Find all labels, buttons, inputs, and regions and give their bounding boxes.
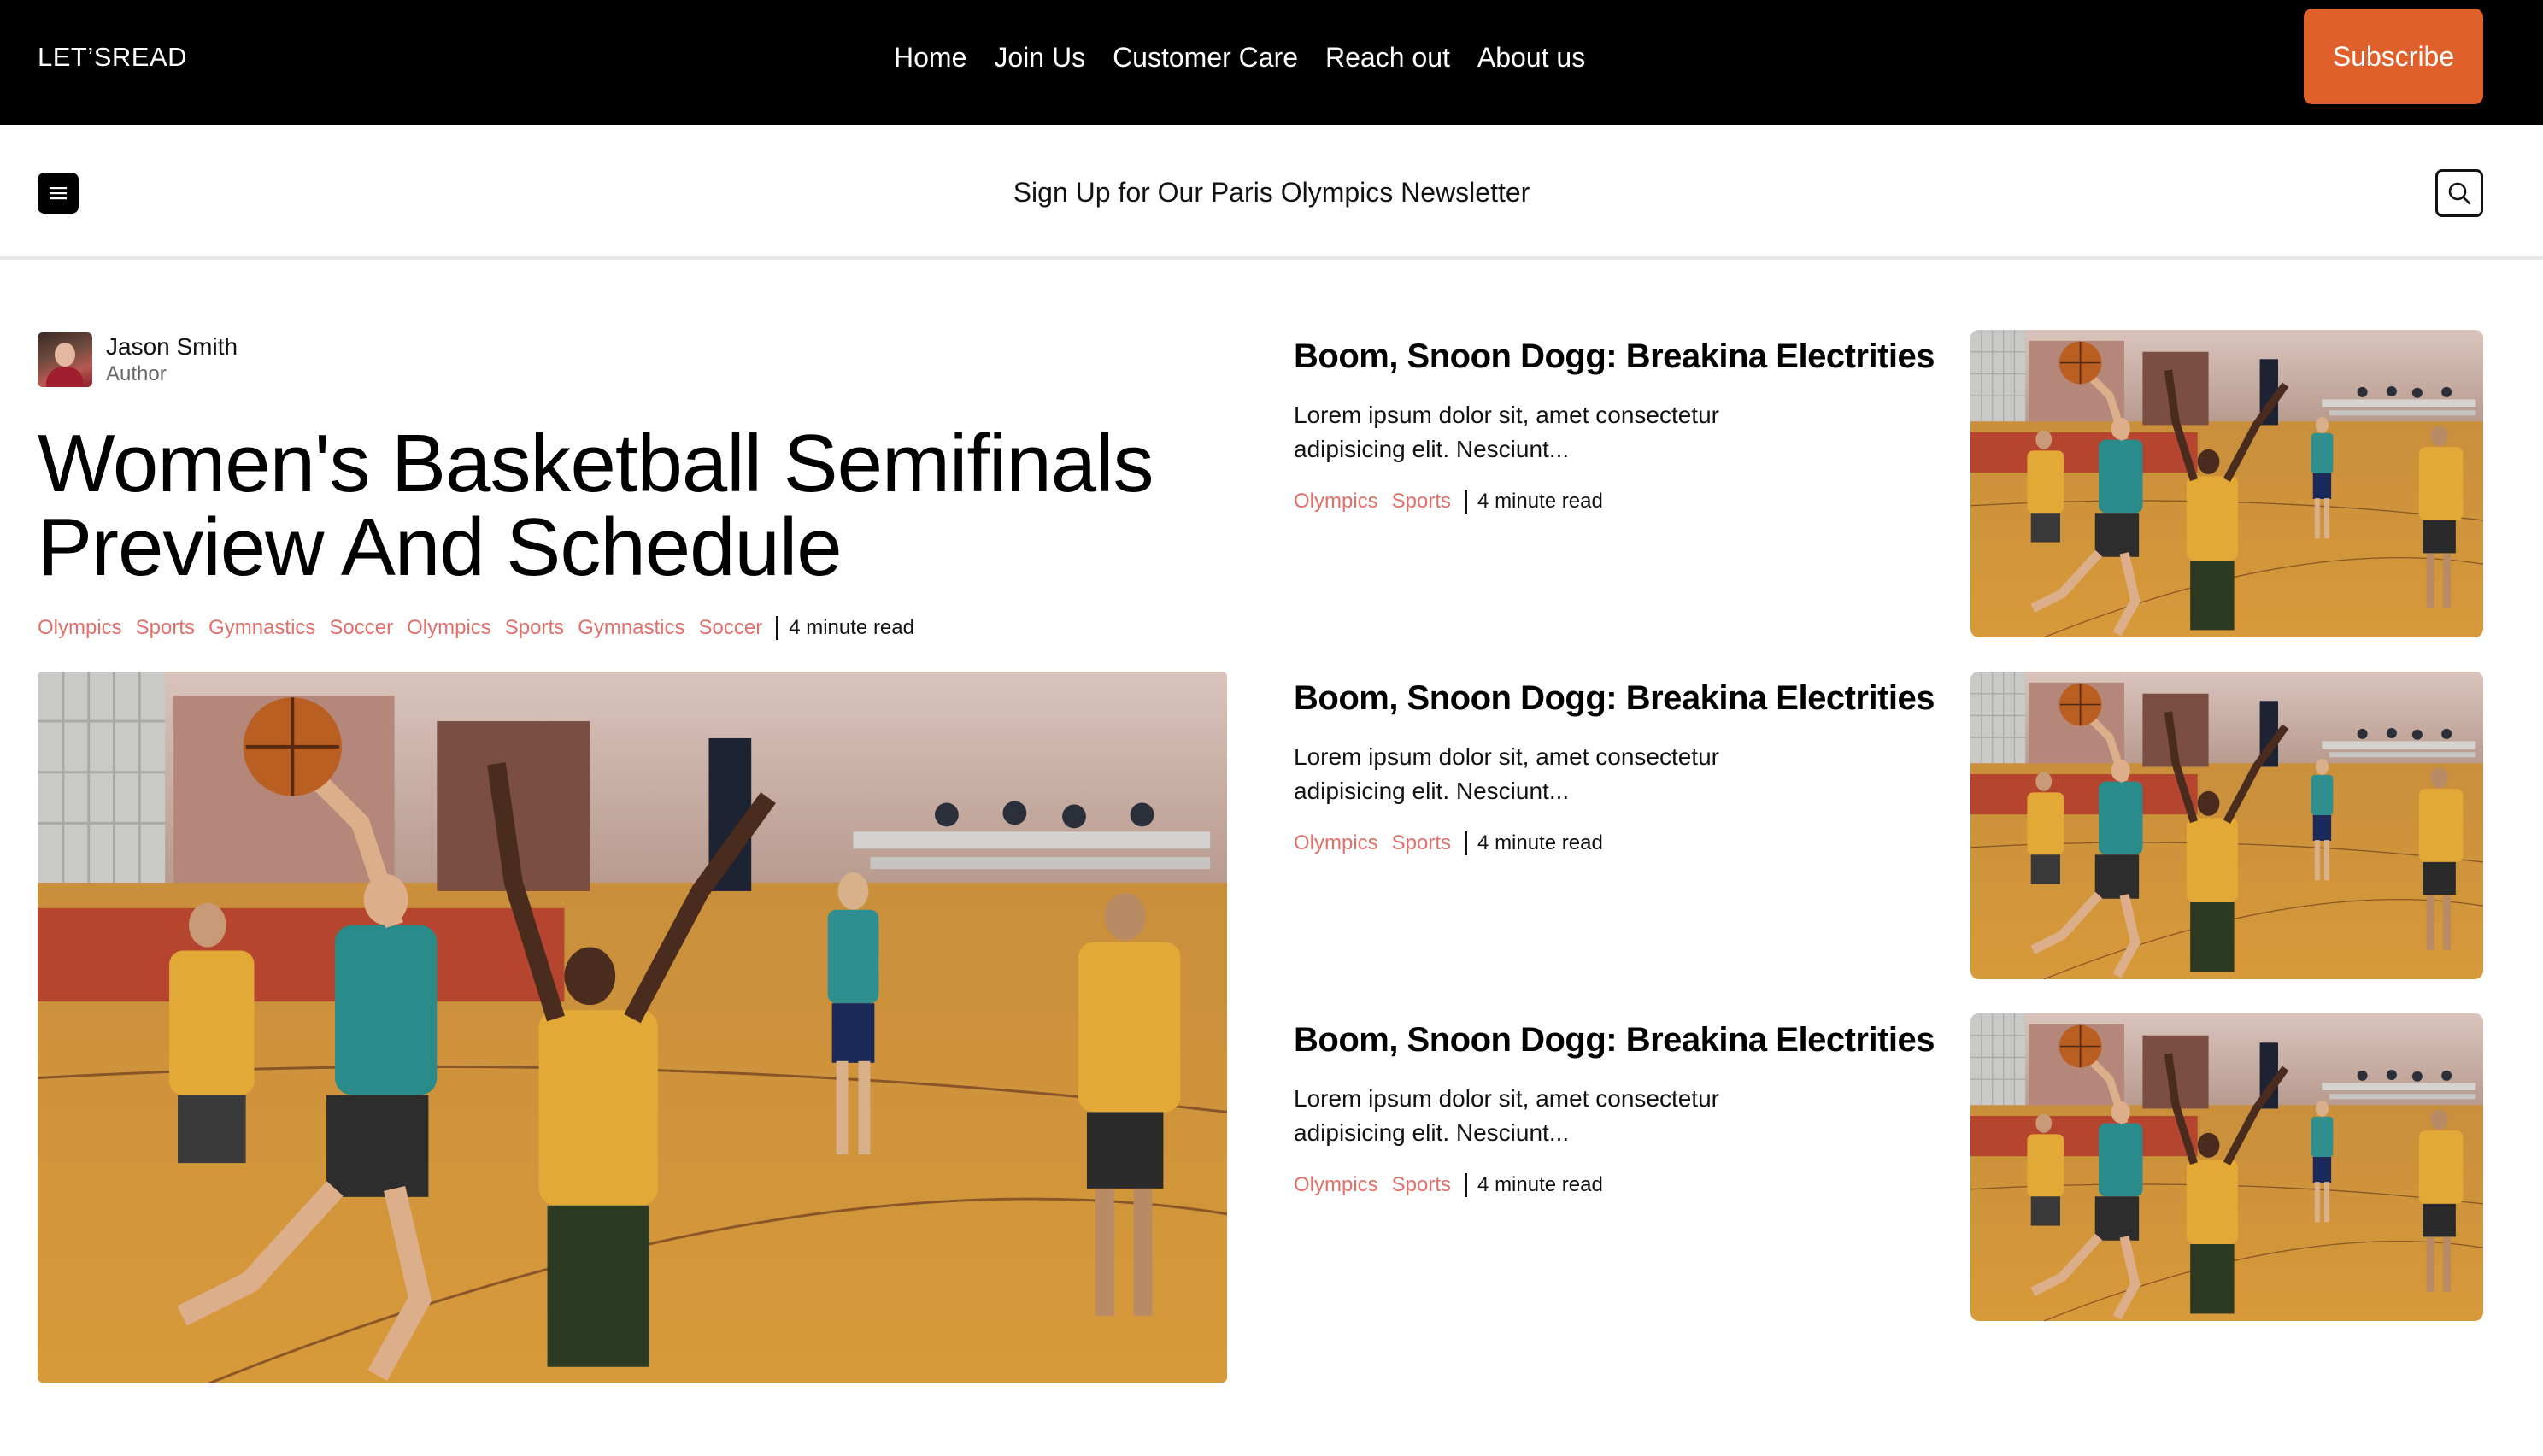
author-block: Jason Smith Author — [38, 332, 1227, 388]
basketball-game-photo — [1970, 1013, 2483, 1321]
nav-link-about-us[interactable]: About us — [1477, 39, 1585, 75]
nav-item-join-us: Join Us — [994, 39, 1085, 75]
read-time: 4 minute read — [1477, 831, 1603, 854]
tag-link[interactable]: Olympics — [1294, 1173, 1378, 1197]
tag-link[interactable]: Soccer — [699, 616, 763, 640]
tag-link[interactable]: Sports — [1392, 1173, 1451, 1197]
avatar-face — [55, 343, 75, 367]
basketball-game-photo — [1970, 330, 2483, 637]
tag-link[interactable]: Soccer — [329, 616, 393, 640]
featured-article: Jason Smith Author Women's Basketball Se… — [38, 332, 1227, 641]
nav-item-customer-care: Customer Care — [1113, 39, 1298, 75]
author-role: Author — [106, 362, 167, 385]
meta-divider — [776, 616, 779, 640]
featured-meta: Olympics Sports Gymnastics Soccer Olympi… — [38, 615, 1227, 641]
brand-logo[interactable]: LET’SREAD — [38, 41, 187, 73]
nav-item-reach-out: Reach out — [1325, 39, 1450, 75]
side-article-title[interactable]: Boom, Snoon Dogg: Breakina Electrities — [1294, 337, 1943, 376]
tag-link[interactable]: Gymnastics — [578, 616, 684, 640]
tag-link[interactable]: Olympics — [1294, 831, 1378, 855]
top-navigation-bar: LET’SREAD Home Join Us Customer Care Rea… — [0, 0, 2543, 125]
newsletter-signup-link[interactable]: Sign Up for Our Paris Olympics Newslette… — [0, 174, 2543, 210]
tag-link[interactable]: Olympics — [407, 616, 491, 640]
tag-link[interactable]: Olympics — [1294, 490, 1378, 514]
nav-link-join-us[interactable]: Join Us — [994, 39, 1085, 75]
newsletter-signup-text[interactable]: Sign Up for Our Paris Olympics Newslette… — [1013, 177, 1530, 208]
author-text: Jason Smith Author — [106, 332, 238, 387]
search-icon — [2448, 182, 2471, 205]
side-article-thumbnail[interactable] — [1970, 672, 2483, 979]
secondary-header: Sign Up for Our Paris Olympics Newslette… — [0, 125, 2543, 260]
side-article-thumbnail[interactable] — [1970, 330, 2483, 637]
nav-item-home: Home — [894, 39, 966, 75]
side-article: Boom, Snoon Dogg: Breakina Electrities L… — [1294, 672, 2483, 979]
read-time: 4 minute read — [1477, 1173, 1603, 1196]
basketball-game-photo — [38, 672, 1227, 1383]
subscribe-button[interactable]: Subscribe — [2304, 9, 2483, 104]
nav-link-customer-care[interactable]: Customer Care — [1113, 39, 1298, 75]
tag-link[interactable]: Sports — [1392, 831, 1451, 855]
side-article-meta: Olympics Sports 4 minute read — [1294, 1172, 1943, 1198]
nav-link-home[interactable]: Home — [894, 39, 966, 75]
side-article-thumbnail[interactable] — [1970, 1013, 2483, 1321]
author-avatar[interactable] — [38, 332, 92, 387]
side-article: Boom, Snoon Dogg: Breakina Electrities L… — [1294, 330, 2483, 637]
meta-divider — [1465, 831, 1468, 855]
read-time: 4 minute read — [789, 616, 914, 639]
side-article: Boom, Snoon Dogg: Breakina Electrities L… — [1294, 1013, 2483, 1321]
tag-link[interactable]: Sports — [136, 616, 195, 640]
nav-item-about-us: About us — [1477, 39, 1585, 75]
side-article-excerpt: Lorem ipsum dolor sit, amet consectetur … — [1294, 743, 1719, 804]
featured-headline[interactable]: Women's Basketball Semifinals Preview An… — [38, 422, 1227, 590]
side-article-text: Boom, Snoon Dogg: Breakina Electrities L… — [1294, 1013, 1943, 1198]
side-article-text: Boom, Snoon Dogg: Breakina Electrities L… — [1294, 330, 1943, 514]
tag-link[interactable]: Olympics — [38, 616, 122, 640]
nav-link-reach-out[interactable]: Reach out — [1325, 39, 1450, 75]
tag-link[interactable]: Gymnastics — [208, 616, 315, 640]
author-name[interactable]: Jason Smith — [106, 332, 238, 361]
side-article-excerpt: Lorem ipsum dolor sit, amet consectetur … — [1294, 402, 1719, 462]
featured-hero-image[interactable] — [38, 672, 1227, 1383]
side-article-excerpt: Lorem ipsum dolor sit, amet consectetur … — [1294, 1085, 1719, 1146]
tag-link[interactable]: Sports — [1392, 490, 1451, 514]
search-button[interactable] — [2435, 169, 2483, 217]
side-article-title[interactable]: Boom, Snoon Dogg: Breakina Electrities — [1294, 1020, 1943, 1060]
meta-divider — [1465, 1173, 1468, 1197]
side-article-text: Boom, Snoon Dogg: Breakina Electrities L… — [1294, 672, 1943, 856]
read-time: 4 minute read — [1477, 490, 1603, 513]
avatar-body — [46, 367, 84, 387]
meta-divider — [1465, 490, 1468, 514]
main-nav: Home Join Us Customer Care Reach out Abo… — [894, 39, 1585, 75]
side-article-meta: Olympics Sports 4 minute read — [1294, 489, 1943, 514]
side-article-title[interactable]: Boom, Snoon Dogg: Breakina Electrities — [1294, 678, 1943, 718]
tag-link[interactable]: Sports — [505, 616, 564, 640]
basketball-game-photo — [1970, 672, 2483, 979]
side-article-meta: Olympics Sports 4 minute read — [1294, 831, 1943, 856]
